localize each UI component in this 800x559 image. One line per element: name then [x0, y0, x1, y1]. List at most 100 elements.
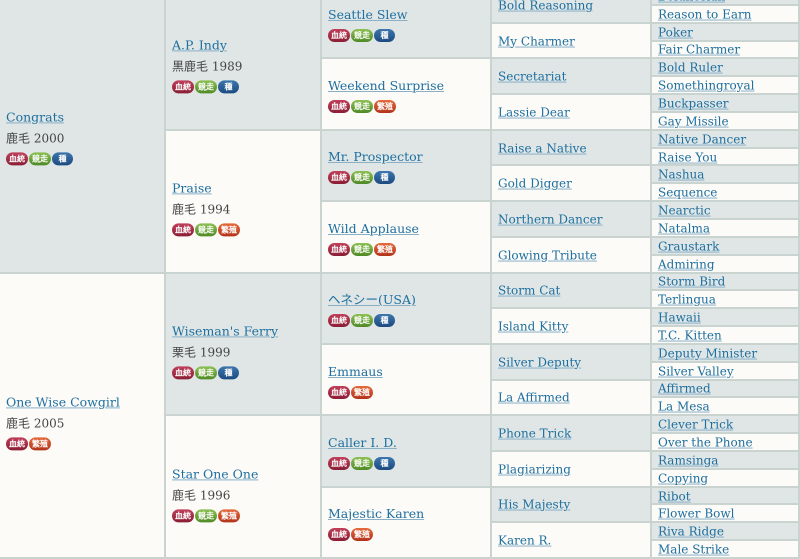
badge-race[interactable]: 競走 — [195, 80, 217, 94]
badge-race[interactable]: 競走 — [195, 509, 217, 523]
horse-name-link[interactable]: Silver Deputy — [498, 355, 581, 369]
horse-name-link[interactable]: Seattle Slew — [328, 7, 408, 22]
horse-name-link[interactable]: Emmaus — [328, 364, 383, 379]
horse-name-link[interactable]: Riva Ridge — [658, 525, 724, 539]
horse-name-link[interactable]: Nashua — [658, 168, 704, 182]
badge-blood[interactable]: 血統 — [172, 366, 194, 380]
horse-name-link[interactable]: Somethingroyal — [658, 79, 754, 93]
horse-name-link[interactable]: My Charmer — [498, 34, 575, 48]
horse-name-link[interactable]: Terlingua — [658, 293, 716, 307]
horse-name-link[interactable]: Deputy Minister — [658, 346, 757, 360]
horse-name-link[interactable]: Sequence — [658, 186, 717, 200]
horse-name-link[interactable]: Male Strike — [658, 543, 729, 557]
badge-brood[interactable]: 繁殖 — [218, 223, 240, 237]
horse-name-link[interactable]: Graustark — [658, 239, 719, 253]
horse-name-link[interactable]: Admiring — [658, 257, 715, 271]
horse-name-link[interactable]: Wild Applause — [328, 221, 419, 236]
badge-blood[interactable]: 血統 — [172, 509, 194, 523]
badge-stud[interactable]: 種 — [218, 366, 239, 380]
badge-race[interactable]: 競走 — [29, 152, 51, 166]
badge-blood[interactable]: 血統 — [328, 314, 350, 328]
badge-blood[interactable]: 血統 — [172, 223, 194, 237]
badge-race[interactable]: 競走 — [351, 314, 373, 328]
horse-name-link[interactable]: Clever Trick — [658, 418, 733, 432]
badge-brood[interactable]: 繁殖 — [351, 385, 373, 399]
horse-name-link[interactable]: Glowing Tribute — [498, 248, 597, 262]
horse-name-link[interactable]: Raise a Native — [498, 141, 587, 155]
horse-name-link[interactable]: Caller I. D. — [328, 435, 397, 450]
horse-name-link[interactable]: Wiseman's Ferry — [172, 323, 278, 338]
horse-name-link[interactable]: A.P. Indy — [172, 38, 227, 53]
horse-name-link[interactable]: Secretariat — [498, 70, 566, 84]
horse-name-link[interactable]: ヘネシー(USA) — [328, 292, 416, 307]
badge-stud[interactable]: 種 — [374, 171, 395, 185]
badge-brood[interactable]: 繁殖 — [374, 100, 396, 114]
horse-name-link[interactable]: Bold Reasoning — [498, 0, 593, 12]
horse-name-link[interactable]: Copying — [658, 471, 708, 485]
horse-name-link[interactable]: Northern Dancer — [498, 213, 602, 227]
badge-race[interactable]: 競走 — [351, 100, 373, 114]
horse-name-link[interactable]: Natalma — [658, 221, 710, 235]
badge-race[interactable]: 競走 — [195, 366, 217, 380]
badge-race[interactable]: 競走 — [351, 171, 373, 185]
badge-blood[interactable]: 血統 — [328, 528, 350, 542]
badge-blood[interactable]: 血統 — [6, 152, 28, 166]
badge-race[interactable]: 競走 — [351, 28, 373, 42]
horse-name-link[interactable]: His Majesty — [498, 498, 570, 512]
horse-name-link[interactable]: La Mesa — [658, 400, 710, 414]
horse-name-link[interactable]: Lassie Dear — [498, 105, 570, 119]
badge-brood[interactable]: 繁殖 — [29, 437, 51, 451]
badge-brood[interactable]: 繁殖 — [351, 528, 373, 542]
horse-name-link[interactable]: Nearctic — [658, 204, 711, 218]
badge-blood[interactable]: 血統 — [328, 456, 350, 470]
horse-name-link[interactable]: Praise — [172, 181, 212, 196]
horse-name-link[interactable]: Bold Ruler — [658, 61, 723, 75]
horse-name-link[interactable]: Silver Valley — [658, 364, 734, 378]
horse-name-link[interactable]: Fair Charmer — [658, 43, 740, 57]
horse-name-link[interactable]: Karen R. — [498, 534, 551, 548]
horse-name-link[interactable]: Reason to Earn — [658, 7, 751, 21]
badge-blood[interactable]: 血統 — [328, 100, 350, 114]
horse-name-link[interactable]: Affirmed — [658, 382, 711, 396]
horse-name-link[interactable]: La Affirmed — [498, 391, 570, 405]
badge-stud[interactable]: 種 — [374, 28, 395, 42]
badge-race[interactable]: 競走 — [351, 242, 373, 256]
horse-name-link[interactable]: Weekend Surprise — [328, 78, 444, 93]
badge-blood[interactable]: 血統 — [328, 385, 350, 399]
horse-name-link[interactable]: Gold Digger — [498, 177, 572, 191]
badge-stud[interactable]: 種 — [374, 456, 395, 470]
horse-name-link[interactable]: Raise You — [658, 150, 717, 164]
badge-blood[interactable]: 血統 — [6, 437, 28, 451]
horse-name-link[interactable]: Gay Missile — [658, 114, 729, 128]
horse-name-link[interactable]: Ramsinga — [658, 453, 718, 467]
badge-brood[interactable]: 繁殖 — [218, 509, 240, 523]
badge-stud[interactable]: 種 — [218, 80, 239, 94]
horse-name-link[interactable]: Plagiarizing — [498, 462, 571, 476]
horse-name-link[interactable]: Hawaii — [658, 311, 701, 325]
horse-name-link[interactable]: Mr. Prospector — [328, 149, 423, 164]
badge-brood[interactable]: 繁殖 — [374, 242, 396, 256]
horse-name-link[interactable]: Island Kitty — [498, 320, 568, 334]
badge-race[interactable]: 競走 — [351, 456, 373, 470]
horse-name-link[interactable]: Storm Bird — [658, 275, 725, 289]
horse-name-link[interactable]: Congrats — [6, 109, 64, 124]
badge-race[interactable]: 競走 — [195, 223, 217, 237]
horse-name-link[interactable]: Phone Trick — [498, 427, 571, 441]
badge-blood[interactable]: 血統 — [328, 171, 350, 185]
badge-blood[interactable]: 血統 — [328, 242, 350, 256]
horse-name-link[interactable]: One Wise Cowgirl — [6, 395, 120, 410]
horse-name-link[interactable]: Native Dancer — [658, 132, 746, 146]
horse-name-link[interactable]: Poker — [658, 25, 693, 39]
horse-name-link[interactable]: T.C. Kitten — [658, 329, 722, 343]
horse-name-link[interactable]: Buckpasser — [658, 97, 729, 111]
badge-blood[interactable]: 血統 — [172, 80, 194, 94]
horse-name-link[interactable]: Majestic Karen — [328, 506, 424, 521]
horse-name-link[interactable]: Star One One — [172, 466, 258, 481]
horse-name-link[interactable]: Flower Bowl — [658, 507, 734, 521]
badge-stud[interactable]: 種 — [52, 152, 73, 166]
horse-name-link[interactable]: Over the Phone — [658, 436, 753, 450]
horse-name-link[interactable]: Ribot — [658, 489, 691, 503]
horse-name-link[interactable]: Storm Cat — [498, 284, 560, 298]
badge-stud[interactable]: 種 — [374, 314, 395, 328]
badge-blood[interactable]: 血統 — [328, 28, 350, 42]
